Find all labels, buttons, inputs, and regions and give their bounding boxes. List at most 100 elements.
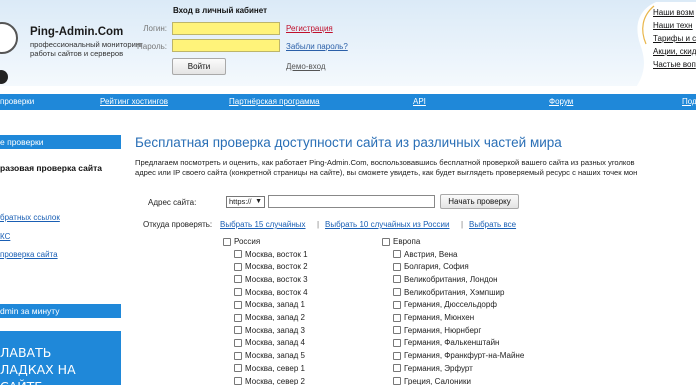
- location-item[interactable]: Москва, запад 3: [234, 325, 305, 336]
- location-item[interactable]: Москва, запад 2: [234, 312, 305, 323]
- checkbox[interactable]: [234, 377, 242, 385]
- location-label: Греция, Салоники: [404, 376, 471, 385]
- select-10-random-russia-link[interactable]: Выбрать 10 случайных из России: [325, 220, 449, 229]
- checkbox[interactable]: [393, 364, 401, 373]
- password-label: Пароль:: [137, 42, 167, 51]
- location-item[interactable]: Москва, запад 4: [234, 337, 305, 348]
- location-item[interactable]: Москва, запад 5: [234, 350, 305, 361]
- demo-login-link[interactable]: Демо-вход: [286, 62, 326, 71]
- location-item[interactable]: Великобритания, Лондон: [393, 274, 498, 285]
- location-item[interactable]: Москва, восток 1: [234, 249, 308, 260]
- checkbox[interactable]: [234, 262, 242, 271]
- location-label: Австрия, Вена: [404, 249, 458, 259]
- address-label: Адрес сайта:: [148, 198, 197, 207]
- location-label: Германия, Мюнхен: [404, 313, 475, 322]
- select-all-link[interactable]: Выбрать все: [469, 220, 516, 229]
- nav-item-partner-program[interactable]: Партнёрская программа: [229, 97, 320, 106]
- location-item[interactable]: Германия, Франкфурт-на-Майне: [393, 350, 524, 361]
- location-item[interactable]: Москва, восток 4: [234, 287, 308, 298]
- register-link[interactable]: Регистрация: [286, 24, 333, 33]
- location-item[interactable]: Москва, север 2: [234, 376, 305, 385]
- checkbox[interactable]: [393, 351, 401, 360]
- sidebar-ad-banner[interactable]: ЛАВАТЬ ЛАДКАХ НА САЙТЕ: [0, 331, 121, 385]
- location-label: Москва, север 1: [245, 363, 305, 373]
- start-check-button[interactable]: Начать проверку: [440, 194, 519, 209]
- sidebar-heading-admin: dmin за минуту: [0, 304, 121, 318]
- location-label: Москва, запад 5: [245, 351, 305, 361]
- location-label: Москва, запад 1: [245, 300, 305, 310]
- checkbox[interactable]: [223, 237, 231, 246]
- checkbox[interactable]: [234, 250, 242, 258]
- select-15-random-link[interactable]: Выбрать 15 случайных: [220, 220, 306, 229]
- checkbox[interactable]: [234, 351, 242, 360]
- checkbox[interactable]: [234, 288, 242, 297]
- chevron-down-icon: ▼: [255, 198, 262, 205]
- location-label: Германия, Дюссельдорф: [404, 300, 497, 310]
- banner-line: ЛАДКАХ НА САЙТЕ: [0, 362, 76, 385]
- protocol-select[interactable]: https:// ▼: [226, 196, 265, 208]
- sidebar-link-site-check[interactable]: проверка сайта: [0, 250, 58, 259]
- checkbox[interactable]: [393, 313, 401, 322]
- location-item[interactable]: Великобритания, Хэмпшир: [393, 287, 504, 298]
- forgot-password-link[interactable]: Забыли пароль?: [286, 42, 348, 51]
- logo-title[interactable]: Ping-Admin.Com: [30, 26, 123, 38]
- nav-item-hosting-rating[interactable]: Рейтинг хостингов: [100, 97, 168, 106]
- location-label: Москва, восток 3: [245, 274, 308, 284]
- site-header: Ping-Admin.Com профессиональный монитори…: [0, 0, 696, 86]
- location-item[interactable]: Москва, восток 2: [234, 261, 308, 272]
- nav-item-api[interactable]: API: [413, 97, 426, 106]
- checkbox[interactable]: [234, 364, 242, 373]
- right-link[interactable]: Акции, скид: [653, 47, 696, 60]
- checkbox[interactable]: [234, 338, 242, 347]
- sidebar-item-active[interactable]: разовая проверка сайта: [0, 163, 102, 173]
- region-europe[interactable]: Европа: [382, 236, 420, 247]
- location-label: Германия, Фалькенштайн: [404, 338, 500, 348]
- checkbox[interactable]: [393, 338, 401, 347]
- checkbox[interactable]: [234, 326, 242, 335]
- checkbox[interactable]: [393, 250, 401, 258]
- checkbox[interactable]: [393, 275, 401, 284]
- right-link[interactable]: Наши возм: [653, 8, 696, 21]
- location-item[interactable]: Москва, запад 1: [234, 299, 305, 310]
- login-title: Вход в личный кабинет: [173, 6, 267, 15]
- checkbox[interactable]: [393, 326, 401, 335]
- nav-item-forum[interactable]: Форум: [549, 97, 573, 106]
- location-label: Германия, Франкфурт-на-Майне: [404, 351, 525, 361]
- checkbox[interactable]: [234, 313, 242, 322]
- location-label: Великобритания, Хэмпшир: [404, 287, 505, 297]
- right-link[interactable]: Частые воп: [653, 60, 696, 73]
- location-item[interactable]: Германия, Мюнхен: [393, 312, 474, 323]
- location-item[interactable]: Германия, Фалькенштайн: [393, 337, 499, 348]
- checkbox[interactable]: [393, 377, 401, 385]
- password-input[interactable]: [172, 39, 280, 52]
- location-item[interactable]: Германия, Нюрнберг: [393, 325, 481, 336]
- location-item[interactable]: Греция, Салоники: [393, 376, 471, 385]
- location-item[interactable]: Болгария, София: [393, 261, 469, 272]
- right-link[interactable]: Тарифы и с: [653, 34, 696, 47]
- location-item[interactable]: Германия, Дюссельдорф: [393, 299, 497, 310]
- checkbox[interactable]: [393, 288, 401, 297]
- location-item[interactable]: Германия, Эрфурт: [393, 363, 473, 374]
- login-button[interactable]: Войти: [172, 58, 226, 75]
- checkbox[interactable]: [234, 275, 242, 284]
- checkbox[interactable]: [234, 300, 242, 309]
- login-input[interactable]: [172, 22, 280, 35]
- description-line: адрес или IP своего сайта (конкретной ст…: [135, 168, 638, 177]
- checkbox[interactable]: [393, 262, 401, 271]
- checkbox[interactable]: [393, 300, 401, 309]
- sidebar-link-ks[interactable]: КС: [0, 232, 10, 241]
- location-label: Москва, запад 4: [245, 338, 305, 348]
- main-nav: проверки Рейтинг хостингов Партнёрская п…: [0, 94, 696, 110]
- checkbox[interactable]: [382, 237, 390, 246]
- banner-line: ЛАВАТЬ: [0, 345, 52, 360]
- location-item[interactable]: Москва, север 1: [234, 363, 305, 374]
- nav-item-checks[interactable]: проверки: [0, 97, 34, 106]
- location-item[interactable]: Москва, восток 3: [234, 274, 308, 285]
- sidebar-link-backlinks[interactable]: братных ссылок: [0, 213, 60, 222]
- region-russia[interactable]: Россия: [223, 236, 260, 247]
- right-link[interactable]: Наши техн: [653, 21, 696, 34]
- nav-item-more[interactable]: Под: [682, 97, 696, 106]
- location-label: Москва, запад 2: [245, 313, 305, 322]
- site-address-input[interactable]: [268, 195, 435, 208]
- location-item[interactable]: Австрия, Вена: [393, 249, 458, 260]
